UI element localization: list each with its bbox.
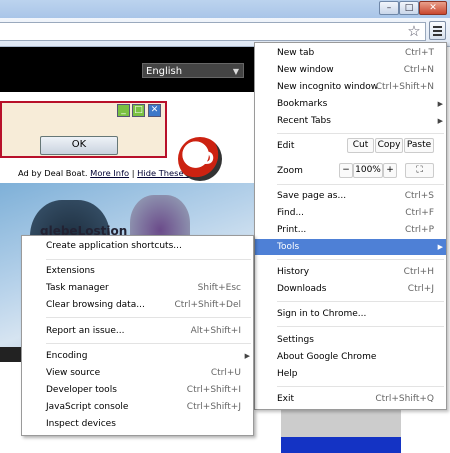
menu-item-clear-browsing-data[interactable]: Clear browsing data... Ctrl+Shift+Del: [22, 297, 253, 314]
menu-item-tools[interactable]: Tools ▶: [255, 239, 446, 255]
close-button[interactable]: ✕: [419, 1, 447, 15]
popup-minimize-button[interactable]: _: [117, 104, 130, 117]
popup-ok-button[interactable]: OK: [40, 136, 118, 155]
hd-logo: HD: [178, 137, 222, 181]
cut-button[interactable]: Cut: [347, 138, 374, 153]
copy-button[interactable]: Copy: [375, 138, 403, 153]
language-select[interactable]: English ▼: [142, 63, 244, 78]
submenu-arrow-icon: ▶: [437, 243, 443, 251]
menu-separator: [46, 317, 251, 318]
popup-close-button[interactable]: ✕: [148, 104, 161, 117]
submenu-arrow-icon: ▶: [437, 100, 443, 108]
fullscreen-icon[interactable]: ⛶: [405, 163, 434, 178]
chevron-down-icon: ▼: [232, 67, 239, 76]
menu-item-create-shortcuts[interactable]: Create application shortcuts...: [22, 238, 253, 255]
menu-item-zoom: Zoom − 100% + ⛶: [255, 163, 446, 179]
menu-item-save-page[interactable]: Save page as... Ctrl+S: [255, 188, 446, 204]
menu-item-edit: Edit Cut Copy Paste: [255, 138, 446, 154]
menu-separator: [46, 259, 251, 260]
menu-separator: [277, 259, 444, 260]
menu-bar-icon: [433, 26, 442, 28]
submenu-arrow-icon: ▶: [437, 117, 443, 125]
menu-item-find[interactable]: Find... Ctrl+F: [255, 205, 446, 221]
menu-item-inspect-devices[interactable]: Inspect devices: [22, 416, 253, 433]
ad-separator: |: [131, 168, 135, 178]
menu-item-javascript-console[interactable]: JavaScript console Ctrl+Shift+J: [22, 399, 253, 416]
bookmark-star-icon[interactable]: ☆: [405, 23, 423, 40]
chrome-menu-button[interactable]: [429, 21, 446, 40]
menu-item-help[interactable]: Help: [255, 366, 446, 382]
menu-item-settings[interactable]: Settings: [255, 332, 446, 348]
menu-separator: [46, 343, 251, 344]
address-bar[interactable]: [0, 22, 426, 41]
submenu-arrow-icon: ▶: [244, 352, 250, 360]
menu-item-task-manager[interactable]: Task manager Shift+Esc: [22, 280, 253, 297]
menu-separator: [277, 326, 444, 327]
ad-attribution: Ad by Deal Boat. More Info | Hide These …: [18, 168, 201, 178]
chrome-main-menu: New tab Ctrl+T New window Ctrl+N New incog…: [254, 42, 447, 410]
menu-item-exit[interactable]: Exit Ctrl+Shift+Q: [255, 391, 446, 407]
menu-item-bookmarks[interactable]: Bookmarks ▶: [255, 96, 446, 112]
menu-item-recent-tabs[interactable]: Recent Tabs ▶: [255, 113, 446, 129]
minimize-button[interactable]: –: [379, 1, 399, 15]
menu-item-extensions[interactable]: Extensions: [22, 263, 253, 280]
menu-item-report-issue[interactable]: Report an issue... Alt+Shift+I: [22, 323, 253, 340]
zoom-in-button[interactable]: +: [383, 163, 397, 178]
maximize-button[interactable]: □: [399, 1, 419, 15]
menu-bar-icon: [433, 34, 442, 36]
more-info-link[interactable]: More Info: [90, 168, 129, 178]
paste-button[interactable]: Paste: [404, 138, 434, 153]
zoom-out-button[interactable]: −: [339, 163, 353, 178]
ad-label: Ad by Deal Boat.: [18, 168, 88, 178]
menu-item-about[interactable]: About Google Chrome: [255, 349, 446, 365]
menu-item-new-incognito[interactable]: New incognito window Ctrl+Shift+N: [255, 79, 446, 95]
menu-separator: [277, 301, 444, 302]
menu-bar-icon: [433, 30, 442, 32]
tools-submenu: Create application shortcuts... Extensio…: [21, 235, 254, 436]
menu-item-new-window[interactable]: New window Ctrl+N: [255, 62, 446, 78]
page-block-blue: [281, 437, 401, 453]
menu-item-view-source[interactable]: View source Ctrl+U: [22, 365, 253, 382]
menu-item-downloads[interactable]: Downloads Ctrl+J: [255, 281, 446, 297]
menu-separator: [277, 133, 444, 134]
menu-item-sign-in[interactable]: Sign in to Chrome...: [255, 306, 446, 322]
menu-item-encoding[interactable]: Encoding ▶: [22, 348, 253, 365]
menu-item-developer-tools[interactable]: Developer tools Ctrl+Shift+I: [22, 382, 253, 399]
zoom-level: 100%: [353, 163, 383, 178]
menu-item-history[interactable]: History Ctrl+H: [255, 264, 446, 280]
menu-item-print[interactable]: Print... Ctrl+P: [255, 222, 446, 238]
menu-separator: [277, 386, 444, 387]
menu-separator: [277, 184, 444, 185]
menu-item-new-tab[interactable]: New tab Ctrl+T: [255, 45, 446, 61]
popup-maximize-button[interactable]: □: [132, 104, 145, 117]
